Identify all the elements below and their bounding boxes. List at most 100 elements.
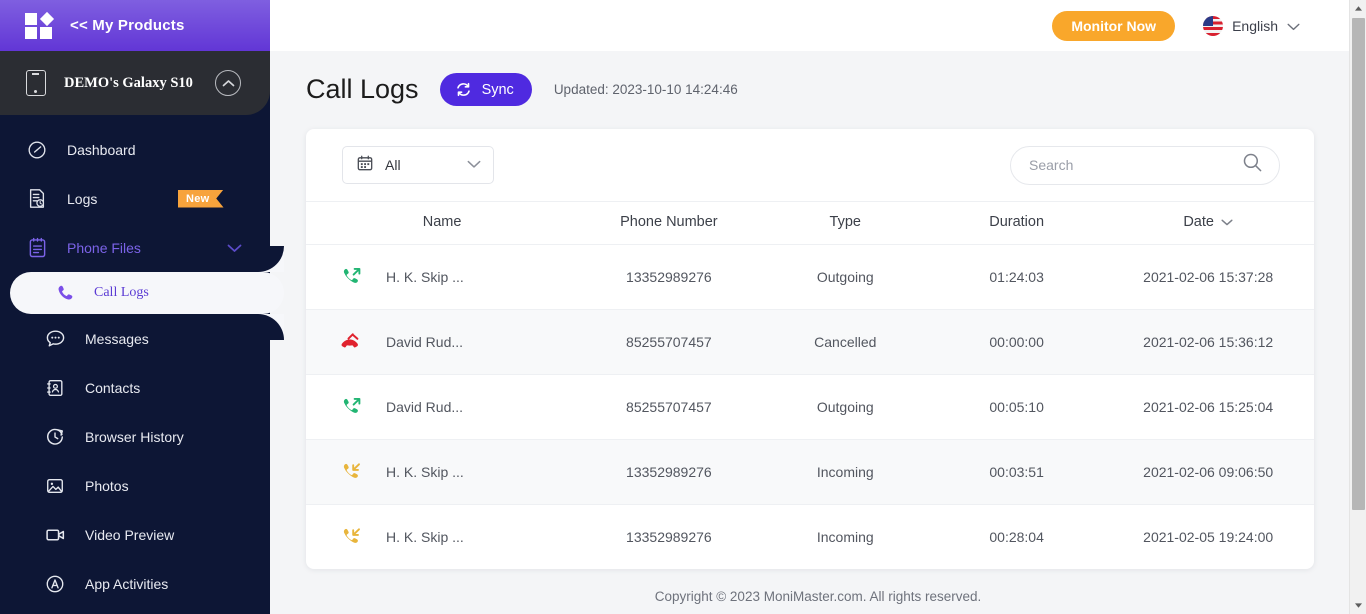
- speedometer-icon: [26, 139, 48, 161]
- column-header-type[interactable]: Type: [760, 202, 931, 245]
- sidebar-item-video-preview[interactable]: Video Preview: [0, 510, 270, 559]
- cell-phone: 13352989276: [578, 440, 759, 505]
- cell-date: 2021-02-06 09:06:50: [1102, 440, 1314, 505]
- app-circle-icon: [44, 573, 66, 595]
- scroll-down-arrow-icon[interactable]: [1350, 597, 1366, 614]
- status-badge: New: [178, 190, 224, 208]
- chevron-down-icon: [1287, 18, 1300, 34]
- language-label: English: [1232, 18, 1278, 34]
- sidebar-item-label: Logs: [67, 191, 97, 207]
- chevron-down-icon[interactable]: [1221, 214, 1233, 230]
- clipboard-icon: [26, 237, 48, 259]
- sidebar-item-logs[interactable]: Logs New: [0, 174, 270, 223]
- cell-type: Outgoing: [760, 375, 931, 440]
- sidebar-item-label: Call Logs: [94, 285, 149, 301]
- cell-name: H. K. Skip ...: [306, 245, 578, 310]
- updated-timestamp: Updated: 2023-10-10 14:24:46: [554, 82, 738, 97]
- cell-date: 2021-02-06 15:37:28: [1102, 245, 1314, 310]
- column-header-phone-number[interactable]: Phone Number: [578, 202, 759, 245]
- cell-date: 2021-02-06 15:36:12: [1102, 310, 1314, 375]
- cell-name: H. K. Skip ...: [306, 440, 578, 505]
- cell-duration: 00:05:10: [931, 375, 1102, 440]
- video-camera-icon: [44, 524, 66, 546]
- contact-book-icon: [44, 377, 66, 399]
- cell-duration: 00:03:51: [931, 440, 1102, 505]
- sidebar-item-label: Dashboard: [67, 142, 136, 158]
- chat-bubble-icon: [44, 328, 66, 350]
- sidebar-item-label: Photos: [85, 478, 129, 494]
- sidebar-item-contacts[interactable]: Contacts: [0, 363, 270, 412]
- sidebar-item-call-logs[interactable]: Call Logs: [10, 272, 284, 314]
- page-scrollbar[interactable]: [1349, 0, 1366, 614]
- sidebar-item-browser-history[interactable]: Browser History: [0, 412, 270, 461]
- sync-label: Sync: [482, 82, 514, 98]
- cell-type: Outgoing: [760, 245, 931, 310]
- chevron-down-icon[interactable]: [227, 240, 242, 256]
- table-row[interactable]: H. K. Skip ... 13352989276 Outgoing 01:2…: [306, 245, 1314, 310]
- my-products-link[interactable]: << My Products: [70, 17, 185, 34]
- scrollbar-thumb[interactable]: [1352, 18, 1365, 510]
- language-selector[interactable]: English: [1203, 16, 1300, 36]
- top-bar: Monitor Now English: [270, 0, 1366, 51]
- main-content: Call Logs Sync Updated: 2023-10-10 14:24…: [270, 51, 1366, 614]
- chevron-up-circle-icon[interactable]: [215, 70, 241, 96]
- cell-phone: 13352989276: [578, 505, 759, 570]
- cell-duration: 01:24:03: [931, 245, 1102, 310]
- table-head: Name Phone Number Type Duration Date: [306, 202, 1314, 245]
- cell-date: 2021-02-06 15:25:04: [1102, 375, 1314, 440]
- date-filter-value: All: [385, 157, 467, 173]
- search-icon[interactable]: [1242, 152, 1263, 178]
- cell-type: Incoming: [760, 440, 931, 505]
- incoming-call-icon: [338, 524, 364, 550]
- cell-type: Cancelled: [760, 310, 931, 375]
- history-clock-icon: [44, 426, 66, 448]
- cell-type: Incoming: [760, 505, 931, 570]
- monitor-now-label: Monitor Now: [1071, 18, 1156, 34]
- card-toolbar: All: [306, 129, 1314, 201]
- monitor-now-button[interactable]: Monitor Now: [1052, 11, 1175, 41]
- sidebar-item-label: Video Preview: [85, 527, 174, 543]
- column-header-name[interactable]: Name: [306, 202, 578, 245]
- incoming-call-icon: [338, 459, 364, 485]
- table-header-row: Name Phone Number Type Duration Date: [306, 202, 1314, 245]
- brand-bar[interactable]: << My Products: [0, 0, 270, 51]
- footer-copyright: Copyright © 2023 MoniMaster.com. All rig…: [270, 569, 1366, 604]
- table-row[interactable]: David Rud... 85255707457 Cancelled 00:00…: [306, 310, 1314, 375]
- call-logs-table: Name Phone Number Type Duration Date: [306, 201, 1314, 569]
- column-header-duration[interactable]: Duration: [931, 202, 1102, 245]
- column-header-date-label: Date: [1183, 214, 1214, 230]
- date-filter-dropdown[interactable]: All: [342, 146, 494, 184]
- table-row[interactable]: David Rud... 85255707457 Outgoing 00:05:…: [306, 375, 1314, 440]
- outgoing-call-icon: [338, 394, 364, 420]
- sync-button[interactable]: Sync: [440, 73, 532, 106]
- column-header-date[interactable]: Date: [1102, 202, 1314, 245]
- cell-name: H. K. Skip ...: [306, 505, 578, 570]
- chevron-down-icon: [467, 156, 481, 174]
- cell-phone: 85255707457: [578, 375, 759, 440]
- grid-logo-icon: [25, 12, 55, 40]
- sidebar-nav: Dashboard Logs New Phone Files: [0, 115, 270, 608]
- table-row[interactable]: H. K. Skip ... 13352989276 Incoming 00:2…: [306, 505, 1314, 570]
- scroll-up-arrow-icon[interactable]: [1350, 0, 1366, 17]
- search-input[interactable]: [1029, 157, 1242, 173]
- cancelled-call-icon: [338, 329, 364, 355]
- sidebar-item-dashboard[interactable]: Dashboard: [0, 125, 270, 174]
- outgoing-call-icon: [338, 264, 364, 290]
- cell-phone: 85255707457: [578, 310, 759, 375]
- sidebar-item-phone-files[interactable]: Phone Files: [0, 223, 270, 272]
- sidebar-item-label: Browser History: [85, 429, 184, 445]
- sidebar-item-messages[interactable]: Messages: [0, 314, 270, 363]
- search-box[interactable]: [1010, 146, 1280, 185]
- call-logs-card: All Name: [306, 129, 1314, 569]
- us-flag-icon: [1203, 16, 1223, 36]
- refresh-icon: [455, 81, 472, 98]
- cell-duration: 00:00:00: [931, 310, 1102, 375]
- contact-name: H. K. Skip ...: [386, 529, 464, 545]
- device-name: DEMO's Galaxy S10: [64, 75, 193, 92]
- sidebar-item-app-activities[interactable]: App Activities: [0, 559, 270, 608]
- contact-name: H. K. Skip ...: [386, 269, 464, 285]
- cell-duration: 00:28:04: [931, 505, 1102, 570]
- table-row[interactable]: H. K. Skip ... 13352989276 Incoming 00:0…: [306, 440, 1314, 505]
- phone-handset-icon: [54, 282, 76, 304]
- sidebar-item-photos[interactable]: Photos: [0, 461, 270, 510]
